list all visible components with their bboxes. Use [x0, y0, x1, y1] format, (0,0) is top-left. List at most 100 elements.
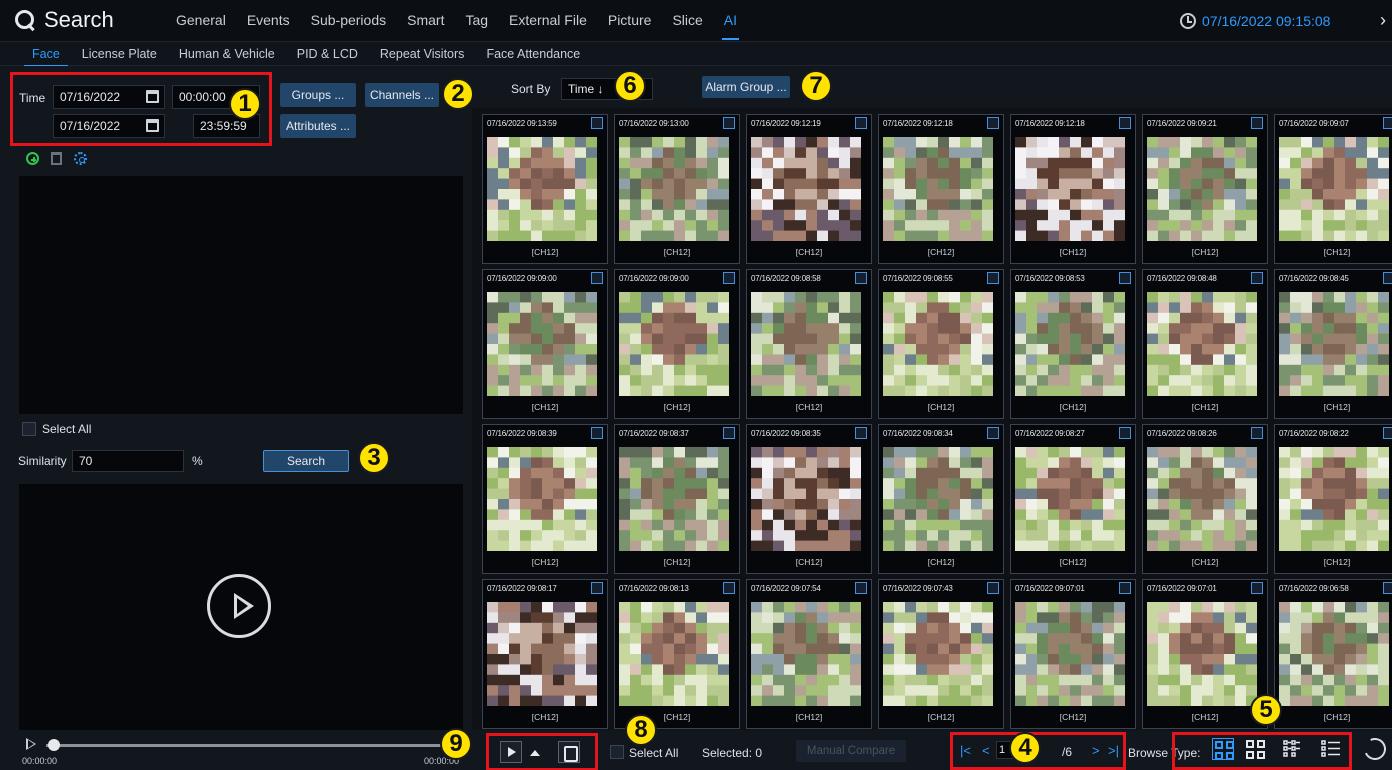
next-page-icon[interactable]: > [1092, 743, 1100, 758]
result-card[interactable]: 07/16/2022 09:08:37 [CH12] [614, 424, 740, 574]
result-checkbox[interactable] [591, 272, 603, 284]
tab-ai[interactable]: AI [721, 12, 740, 40]
subtab-license-plate[interactable]: License Plate [82, 47, 157, 61]
result-checkbox[interactable] [1119, 117, 1131, 129]
gear-icon[interactable] [74, 152, 87, 165]
play-icon[interactable] [26, 738, 36, 750]
result-checkbox[interactable] [987, 117, 999, 129]
result-card[interactable]: 07/16/2022 09:09:07 [CH12] [1274, 114, 1392, 264]
result-checkbox[interactable] [1383, 117, 1392, 129]
result-card[interactable]: 07/16/2022 09:08:27 [CH12] [1010, 424, 1136, 574]
result-checkbox[interactable] [987, 582, 999, 594]
result-card[interactable]: 07/16/2022 09:08:35 [CH12] [746, 424, 872, 574]
result-checkbox[interactable] [1119, 427, 1131, 439]
result-checkbox[interactable] [1251, 272, 1263, 284]
bottom-select-all-checkbox[interactable] [610, 745, 624, 759]
subtab-face-attendance[interactable]: Face Attendance [486, 47, 580, 61]
result-card[interactable]: 07/16/2022 09:08:13 [CH12] [614, 579, 740, 729]
expand-up-icon[interactable] [530, 750, 540, 756]
result-checkbox[interactable] [987, 272, 999, 284]
play-selected-button[interactable] [500, 741, 522, 763]
result-card[interactable]: 07/16/2022 09:13:00 [CH12] [614, 114, 740, 264]
result-checkbox[interactable] [855, 272, 867, 284]
result-card[interactable]: 07/16/2022 09:08:39 [CH12] [482, 424, 608, 574]
playback-timeline[interactable] [46, 744, 456, 747]
result-card[interactable]: 07/16/2022 09:08:34 [CH12] [878, 424, 1004, 574]
select-all-checkbox[interactable] [22, 422, 36, 436]
similarity-input[interactable]: 70 [72, 450, 184, 472]
result-card[interactable]: 07/16/2022 09:07:54 [CH12] [746, 579, 872, 729]
result-checkbox[interactable] [723, 272, 735, 284]
tab-slice[interactable]: Slice [672, 12, 702, 28]
manual-compare-button[interactable]: Manual Compare [796, 740, 906, 762]
result-card[interactable]: 07/16/2022 09:12:18 [CH12] [878, 114, 1004, 264]
channels-button[interactable]: Channels ... [365, 83, 439, 107]
tab-events[interactable]: Events [247, 12, 290, 28]
result-card[interactable]: 07/16/2022 09:12:18 [CH12] [1010, 114, 1136, 264]
subtab-repeat-visitors[interactable]: Repeat Visitors [380, 47, 465, 61]
result-checkbox[interactable] [723, 427, 735, 439]
result-checkbox[interactable] [987, 427, 999, 439]
result-checkbox[interactable] [1251, 582, 1263, 594]
result-card[interactable]: 07/16/2022 09:06:58 [CH12] [1274, 579, 1392, 729]
groups-button[interactable]: Groups ... [280, 83, 356, 107]
attributes-button[interactable]: Attributes ... [280, 114, 356, 138]
result-checkbox[interactable] [855, 582, 867, 594]
result-card[interactable]: 07/16/2022 09:09:21 [CH12] [1142, 114, 1268, 264]
save-button[interactable] [558, 741, 580, 763]
result-card[interactable]: 07/16/2022 09:13:59 [CH12] [482, 114, 608, 264]
result-checkbox[interactable] [1251, 427, 1263, 439]
subtab-human-vehicle[interactable]: Human & Vehicle [179, 47, 275, 61]
result-card[interactable]: 07/16/2022 09:08:26 [CH12] [1142, 424, 1268, 574]
result-card[interactable]: 07/16/2022 09:08:55 [CH12] [878, 269, 1004, 419]
result-checkbox[interactable] [723, 117, 735, 129]
result-card[interactable]: 07/16/2022 09:07:01 [CH12] [1142, 579, 1268, 729]
result-checkbox[interactable] [723, 582, 735, 594]
browse-large-grid-icon[interactable] [1212, 738, 1234, 760]
search-button[interactable]: Search [263, 450, 349, 472]
browse-medium-grid-icon[interactable] [1244, 738, 1266, 760]
subtab-pid-lcd[interactable]: PID & LCD [297, 47, 358, 61]
browse-list-icon[interactable] [1320, 738, 1342, 760]
alarm-group-button[interactable]: Alarm Group ... [702, 76, 790, 98]
result-card[interactable]: 07/16/2022 09:08:53 [CH12] [1010, 269, 1136, 419]
result-card[interactable]: 07/16/2022 09:09:00 [CH12] [614, 269, 740, 419]
result-card[interactable]: 07/16/2022 09:08:17 [CH12] [482, 579, 608, 729]
last-page-icon[interactable]: >| [1108, 743, 1119, 758]
tab-smart[interactable]: Smart [407, 12, 444, 28]
play-circle-icon[interactable] [207, 574, 271, 638]
tab-picture[interactable]: Picture [608, 12, 652, 28]
result-card[interactable]: 07/16/2022 09:07:01 [CH12] [1010, 579, 1136, 729]
result-card[interactable]: 07/16/2022 09:07:43 [CH12] [878, 579, 1004, 729]
result-checkbox[interactable] [1383, 272, 1392, 284]
result-checkbox[interactable] [591, 582, 603, 594]
result-card[interactable]: 07/16/2022 09:08:58 [CH12] [746, 269, 872, 419]
subtab-face[interactable]: Face [24, 47, 68, 67]
add-icon[interactable] [26, 152, 39, 165]
result-checkbox[interactable] [1383, 582, 1392, 594]
prev-page-icon[interactable]: < [982, 743, 990, 758]
video-player[interactable] [19, 484, 463, 730]
result-checkbox[interactable] [1119, 272, 1131, 284]
result-card[interactable]: 07/16/2022 09:12:19 [CH12] [746, 114, 872, 264]
result-card[interactable]: 07/16/2022 09:09:00 [CH12] [482, 269, 608, 419]
result-checkbox[interactable] [1251, 117, 1263, 129]
result-card[interactable]: 07/16/2022 09:08:48 [CH12] [1142, 269, 1268, 419]
tab-sub-periods[interactable]: Sub-periods [311, 12, 387, 28]
tab-tag[interactable]: Tag [465, 12, 488, 28]
close-icon[interactable]: › [1380, 10, 1386, 31]
result-checkbox[interactable] [1119, 582, 1131, 594]
result-checkbox[interactable] [1383, 427, 1392, 439]
timeline-slider[interactable] [48, 739, 60, 751]
result-checkbox[interactable] [855, 117, 867, 129]
first-page-icon[interactable]: |< [960, 743, 971, 758]
tab-external-file[interactable]: External File [509, 12, 587, 28]
result-card[interactable]: 07/16/2022 09:08:22 [CH12] [1274, 424, 1392, 574]
browse-small-grid-icon[interactable] [1282, 738, 1304, 760]
result-checkbox[interactable] [855, 427, 867, 439]
result-card[interactable]: 07/16/2022 09:08:45 [CH12] [1274, 269, 1392, 419]
result-checkbox[interactable] [591, 117, 603, 129]
result-checkbox[interactable] [591, 427, 603, 439]
trash-icon[interactable] [51, 152, 62, 165]
tab-general[interactable]: General [176, 12, 226, 28]
